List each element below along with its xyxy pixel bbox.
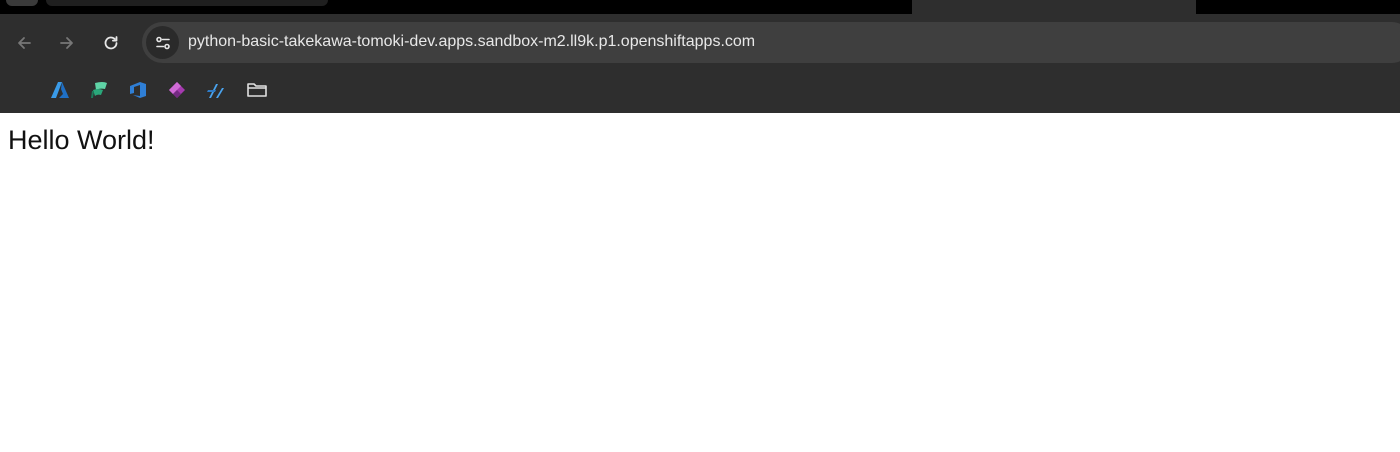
fabric-icon xyxy=(91,82,107,98)
bookmark-fabric[interactable] xyxy=(87,78,111,102)
url-text[interactable]: python-basic-takekawa-tomoki-dev.apps.sa… xyxy=(188,33,755,51)
tab-strip xyxy=(0,0,1400,14)
azure-icon xyxy=(51,82,69,98)
tune-icon xyxy=(155,36,170,49)
page-content: Hello World! xyxy=(0,113,1400,452)
back-arrow-icon xyxy=(18,37,31,49)
site-info-button[interactable] xyxy=(146,26,179,59)
bookmark-azure[interactable] xyxy=(48,78,72,102)
bookmark-power-apps[interactable] xyxy=(165,78,189,102)
back-button[interactable] xyxy=(9,28,39,58)
hello-world-text: Hello World! xyxy=(8,125,155,155)
tab-inactive[interactable] xyxy=(46,0,328,6)
azure-functions-icon xyxy=(207,84,224,98)
folder-icon xyxy=(247,83,267,97)
tab-active[interactable] xyxy=(912,0,1196,14)
azure-devops-icon xyxy=(130,82,146,98)
bookmarks-bar xyxy=(0,72,1400,112)
bookmark-azure-devops[interactable] xyxy=(126,78,150,102)
tab-search-button[interactable] xyxy=(6,0,38,6)
reload-icon xyxy=(104,36,118,50)
tab-strip-corner xyxy=(898,0,912,14)
tab-strip-empty-area xyxy=(1196,0,1400,14)
reload-button[interactable] xyxy=(96,28,126,58)
forward-arrow-icon xyxy=(60,37,73,49)
browser-chrome: python-basic-takekawa-tomoki-dev.apps.sa… xyxy=(0,0,1400,113)
browser-toolbar: python-basic-takekawa-tomoki-dev.apps.sa… xyxy=(0,14,1400,72)
forward-button[interactable] xyxy=(52,28,82,58)
power-apps-icon xyxy=(169,82,185,98)
bookmark-azure-functions[interactable] xyxy=(204,78,228,102)
bookmark-folder[interactable] xyxy=(245,78,269,102)
address-bar[interactable]: python-basic-takekawa-tomoki-dev.apps.sa… xyxy=(142,22,1400,63)
